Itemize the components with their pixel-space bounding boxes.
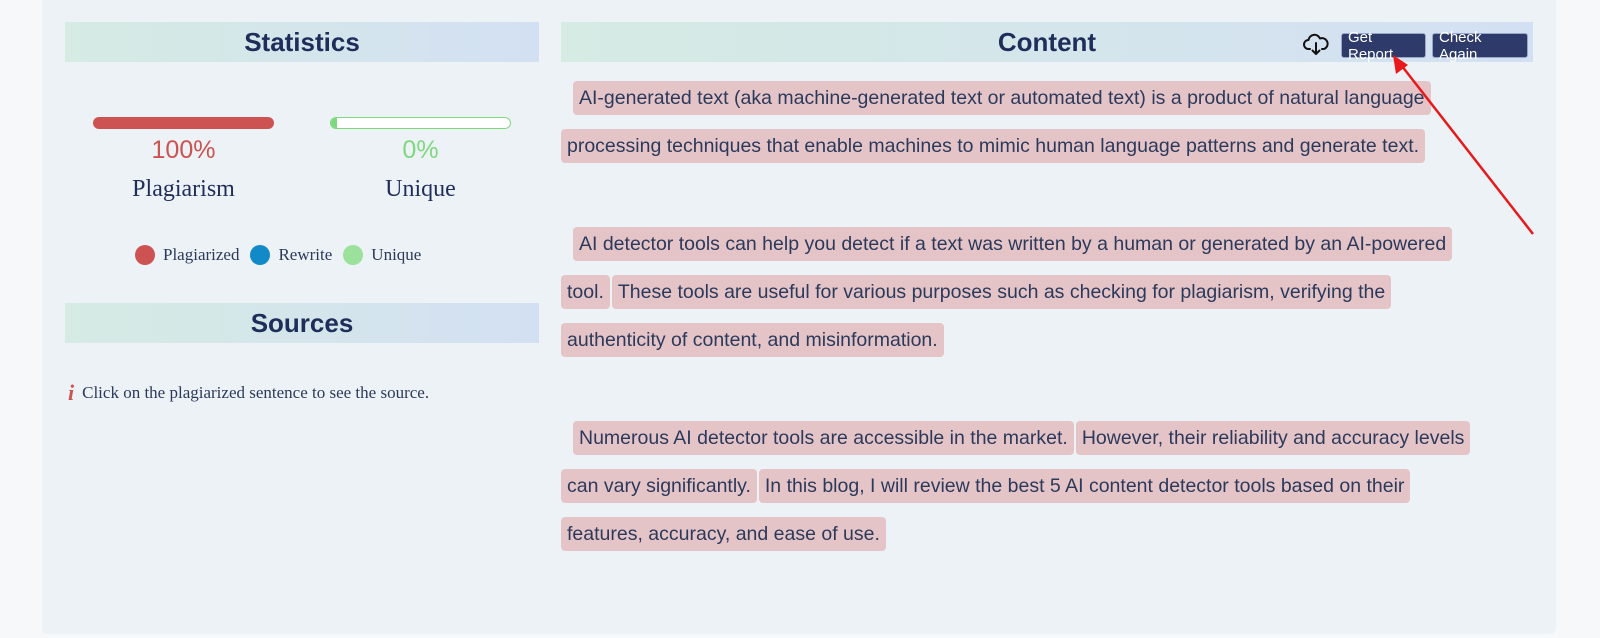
plagiarized-sentence[interactable]: Numerous AI detector tools are accessibl… <box>573 421 1074 455</box>
content-line: can vary significantly. In this blog, I w… <box>561 469 1513 503</box>
unique-progress-bar <box>330 117 511 129</box>
legend-item-unique: Unique <box>343 245 421 265</box>
cloud-download-icon[interactable] <box>1303 33 1329 57</box>
plagiarized-sentence[interactable]: AI detector tools can help you detect if… <box>573 227 1453 261</box>
unique-label: Unique <box>385 176 456 202</box>
sources-header: Sources <box>65 303 539 343</box>
plagiarism-label: Plagiarism <box>132 176 235 202</box>
content-paragraph-2: AI detector tools can help you detect if… <box>561 227 1513 371</box>
plagiarized-sentence[interactable]: However, their reliability and accuracy … <box>1075 421 1471 455</box>
plagiarism-percent: 100% <box>151 136 216 164</box>
plagiarized-sentence[interactable]: features, accuracy, and ease of use. <box>561 517 886 551</box>
content-line: features, accuracy, and ease of use. <box>561 517 1513 551</box>
content-line: tool. These tools are useful for various … <box>561 275 1513 309</box>
legend-item-plagiarized: Plagiarized <box>135 245 239 265</box>
plagiarism-progress-bar <box>93 117 274 129</box>
unique-percent: 0% <box>402 136 439 164</box>
statistics-title: Statistics <box>244 26 360 57</box>
plagiarized-sentence[interactable]: AI-generated text (aka machine-generated… <box>573 81 1431 115</box>
rewrite-dot-icon <box>250 245 271 265</box>
info-icon: i <box>68 380 75 405</box>
content-title: Content <box>997 26 1097 57</box>
plagiarized-sentence[interactable]: These tools are useful for various purpo… <box>611 275 1392 309</box>
content-paragraph-3: Numerous AI detector tools are accessibl… <box>561 421 1513 565</box>
unique-dot-icon <box>343 245 364 265</box>
content-line: processing techniques that enable machin… <box>561 129 1513 163</box>
sources-title: Sources <box>250 307 354 338</box>
plagiarized-sentence[interactable]: authenticity of content, and misinformat… <box>561 323 944 357</box>
statistics-header: Statistics <box>65 22 539 62</box>
plagiarized-sentence[interactable]: In this blog, I will review the best 5 A… <box>758 469 1411 503</box>
content-line: AI detector tools can help you detect if… <box>573 227 1513 261</box>
sources-info-text: Click on the plagiarized sentence to see… <box>82 383 430 402</box>
plagiarized-sentence[interactable]: tool. <box>561 275 610 309</box>
sources-info: i Click on the plagiarized sentence to s… <box>68 380 429 406</box>
content-line: Numerous AI detector tools are accessibl… <box>573 421 1513 455</box>
plagiarized-sentence[interactable]: can vary significantly. <box>561 469 757 503</box>
content-paragraph-1: AI-generated text (aka machine-generated… <box>561 81 1513 177</box>
content-line: authenticity of content, and misinformat… <box>561 323 1513 357</box>
legend-label-rewrite: Rewrite <box>278 245 333 264</box>
unique-progress-fill <box>331 118 337 128</box>
legend-label-unique: Unique <box>371 245 422 264</box>
plagiarized-sentence[interactable]: processing techniques that enable machin… <box>561 129 1426 163</box>
legend-label-plagiarized: Plagiarized <box>163 245 240 264</box>
check-again-button[interactable]: Check Again <box>1432 29 1528 63</box>
get-report-button[interactable]: Get Report <box>1341 29 1426 63</box>
statistics-legend: Plagiarized Rewrite Unique <box>135 245 432 265</box>
plagiarized-dot-icon <box>135 245 155 265</box>
legend-item-rewrite: Rewrite <box>250 245 332 265</box>
content-line: AI-generated text (aka machine-generated… <box>573 81 1513 115</box>
